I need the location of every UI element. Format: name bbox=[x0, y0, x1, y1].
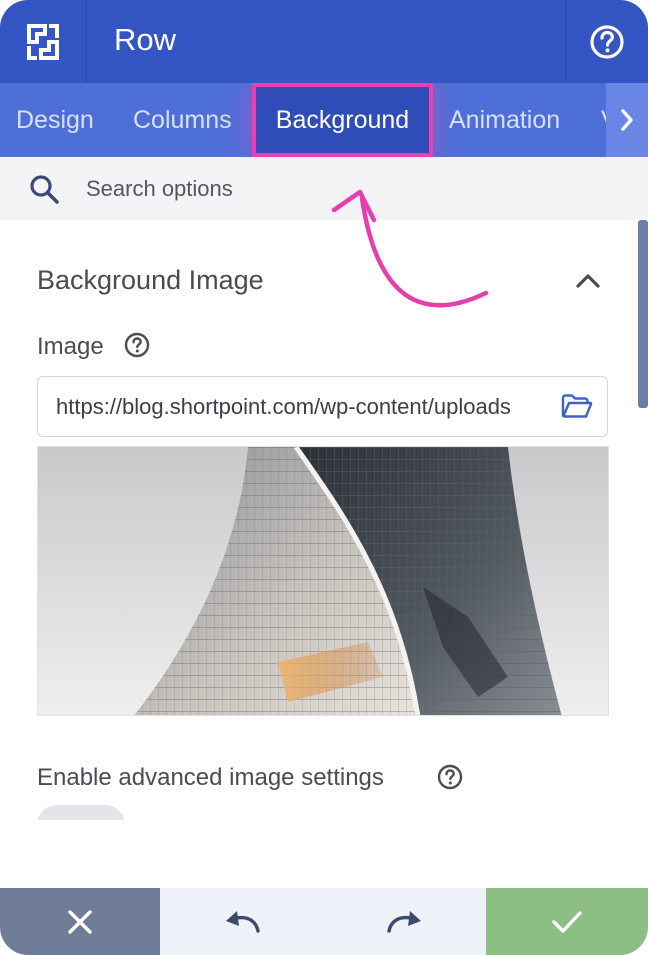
image-label: Image bbox=[37, 333, 104, 360]
panel-footer bbox=[0, 888, 648, 955]
tab-design[interactable]: Design bbox=[16, 83, 94, 157]
help-circle-icon bbox=[590, 24, 624, 59]
tab-columns[interactable]: Columns bbox=[133, 83, 232, 157]
shortpoint-logo-icon bbox=[27, 23, 59, 60]
undo-icon bbox=[225, 910, 260, 933]
undo-button[interactable] bbox=[160, 888, 323, 955]
confirm-button[interactable] bbox=[486, 888, 648, 955]
chevron-right-icon bbox=[621, 109, 633, 131]
row-settings-panel: Row Design Columns Background Animation … bbox=[0, 0, 648, 955]
logo bbox=[0, 0, 87, 83]
help-button[interactable] bbox=[565, 0, 648, 83]
advanced-settings-toggle[interactable] bbox=[37, 805, 125, 820]
redo-button[interactable] bbox=[323, 888, 486, 955]
tab-bar: Design Columns Background Animation V bbox=[0, 83, 648, 157]
close-icon bbox=[68, 909, 92, 934]
cancel-button[interactable] bbox=[0, 888, 160, 955]
section-title: Background Image bbox=[37, 265, 264, 295]
help-circle-icon[interactable] bbox=[124, 332, 150, 358]
pointer-arrow-annotation bbox=[331, 189, 489, 308]
scrollbar[interactable] bbox=[638, 220, 648, 408]
building-photo bbox=[38, 447, 608, 715]
chevron-up-icon[interactable] bbox=[575, 272, 601, 290]
tabs-scroll-right-button[interactable] bbox=[606, 83, 648, 157]
image-preview bbox=[37, 446, 609, 716]
check-icon bbox=[552, 910, 582, 933]
tab-background[interactable]: Background bbox=[252, 83, 433, 157]
help-circle-icon[interactable] bbox=[437, 764, 463, 790]
advanced-settings-label: Enable advanced image settings bbox=[37, 764, 384, 791]
image-url-input[interactable] bbox=[56, 389, 551, 425]
redo-icon bbox=[386, 910, 421, 933]
panel-title: Row bbox=[114, 22, 177, 57]
image-url-field bbox=[37, 376, 608, 437]
panel-header: Row bbox=[0, 0, 648, 84]
tab-animation[interactable]: Animation bbox=[449, 83, 560, 157]
search-icon bbox=[30, 175, 59, 204]
folder-open-icon[interactable] bbox=[561, 393, 593, 419]
